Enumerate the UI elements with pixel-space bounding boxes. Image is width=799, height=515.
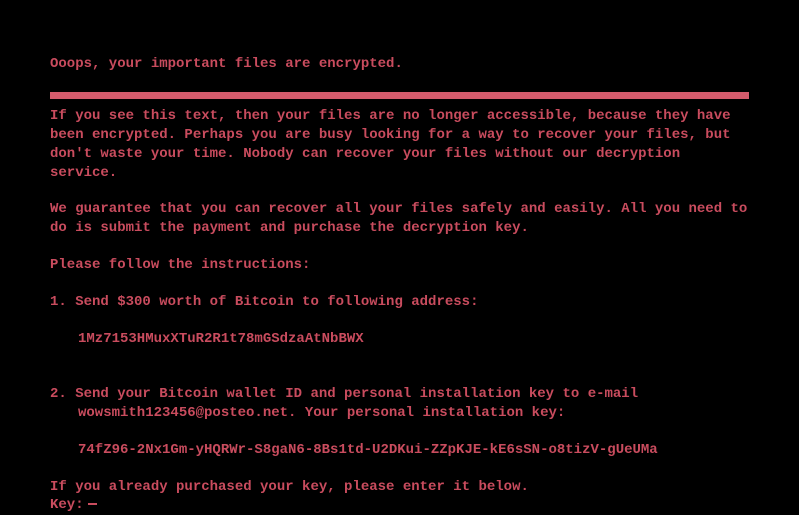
header-message: Ooops, your important files are encrypte… <box>50 55 749 74</box>
paragraph-encrypted: If you see this text, then your files ar… <box>50 107 749 183</box>
separator-bar <box>50 92 749 99</box>
instructions-label: Please follow the instructions: <box>50 256 749 275</box>
paragraph-guarantee: We guarantee that you can recover all yo… <box>50 200 749 238</box>
bitcoin-address: 1Mz7153HMuxXTuR2R1t78mGSdzaAtNbBWX <box>50 330 749 349</box>
key-label: Key: <box>50 496 84 515</box>
step-2-line2: wowsmith123456@posteo.net. Your personal… <box>50 404 749 423</box>
step-2-line1: 2. Send your Bitcoin wallet ID and perso… <box>50 385 749 404</box>
installation-key: 74fZ96-2Nx1Gm-yHQRWr-S8gaN6-8Bs1td-U2DKu… <box>50 441 749 460</box>
step-1-text: 1. Send $300 worth of Bitcoin to followi… <box>50 293 749 312</box>
cursor-icon <box>88 503 97 505</box>
key-input-line[interactable]: Key: <box>50 496 749 515</box>
already-purchased-text: If you already purchased your key, pleas… <box>50 478 749 497</box>
